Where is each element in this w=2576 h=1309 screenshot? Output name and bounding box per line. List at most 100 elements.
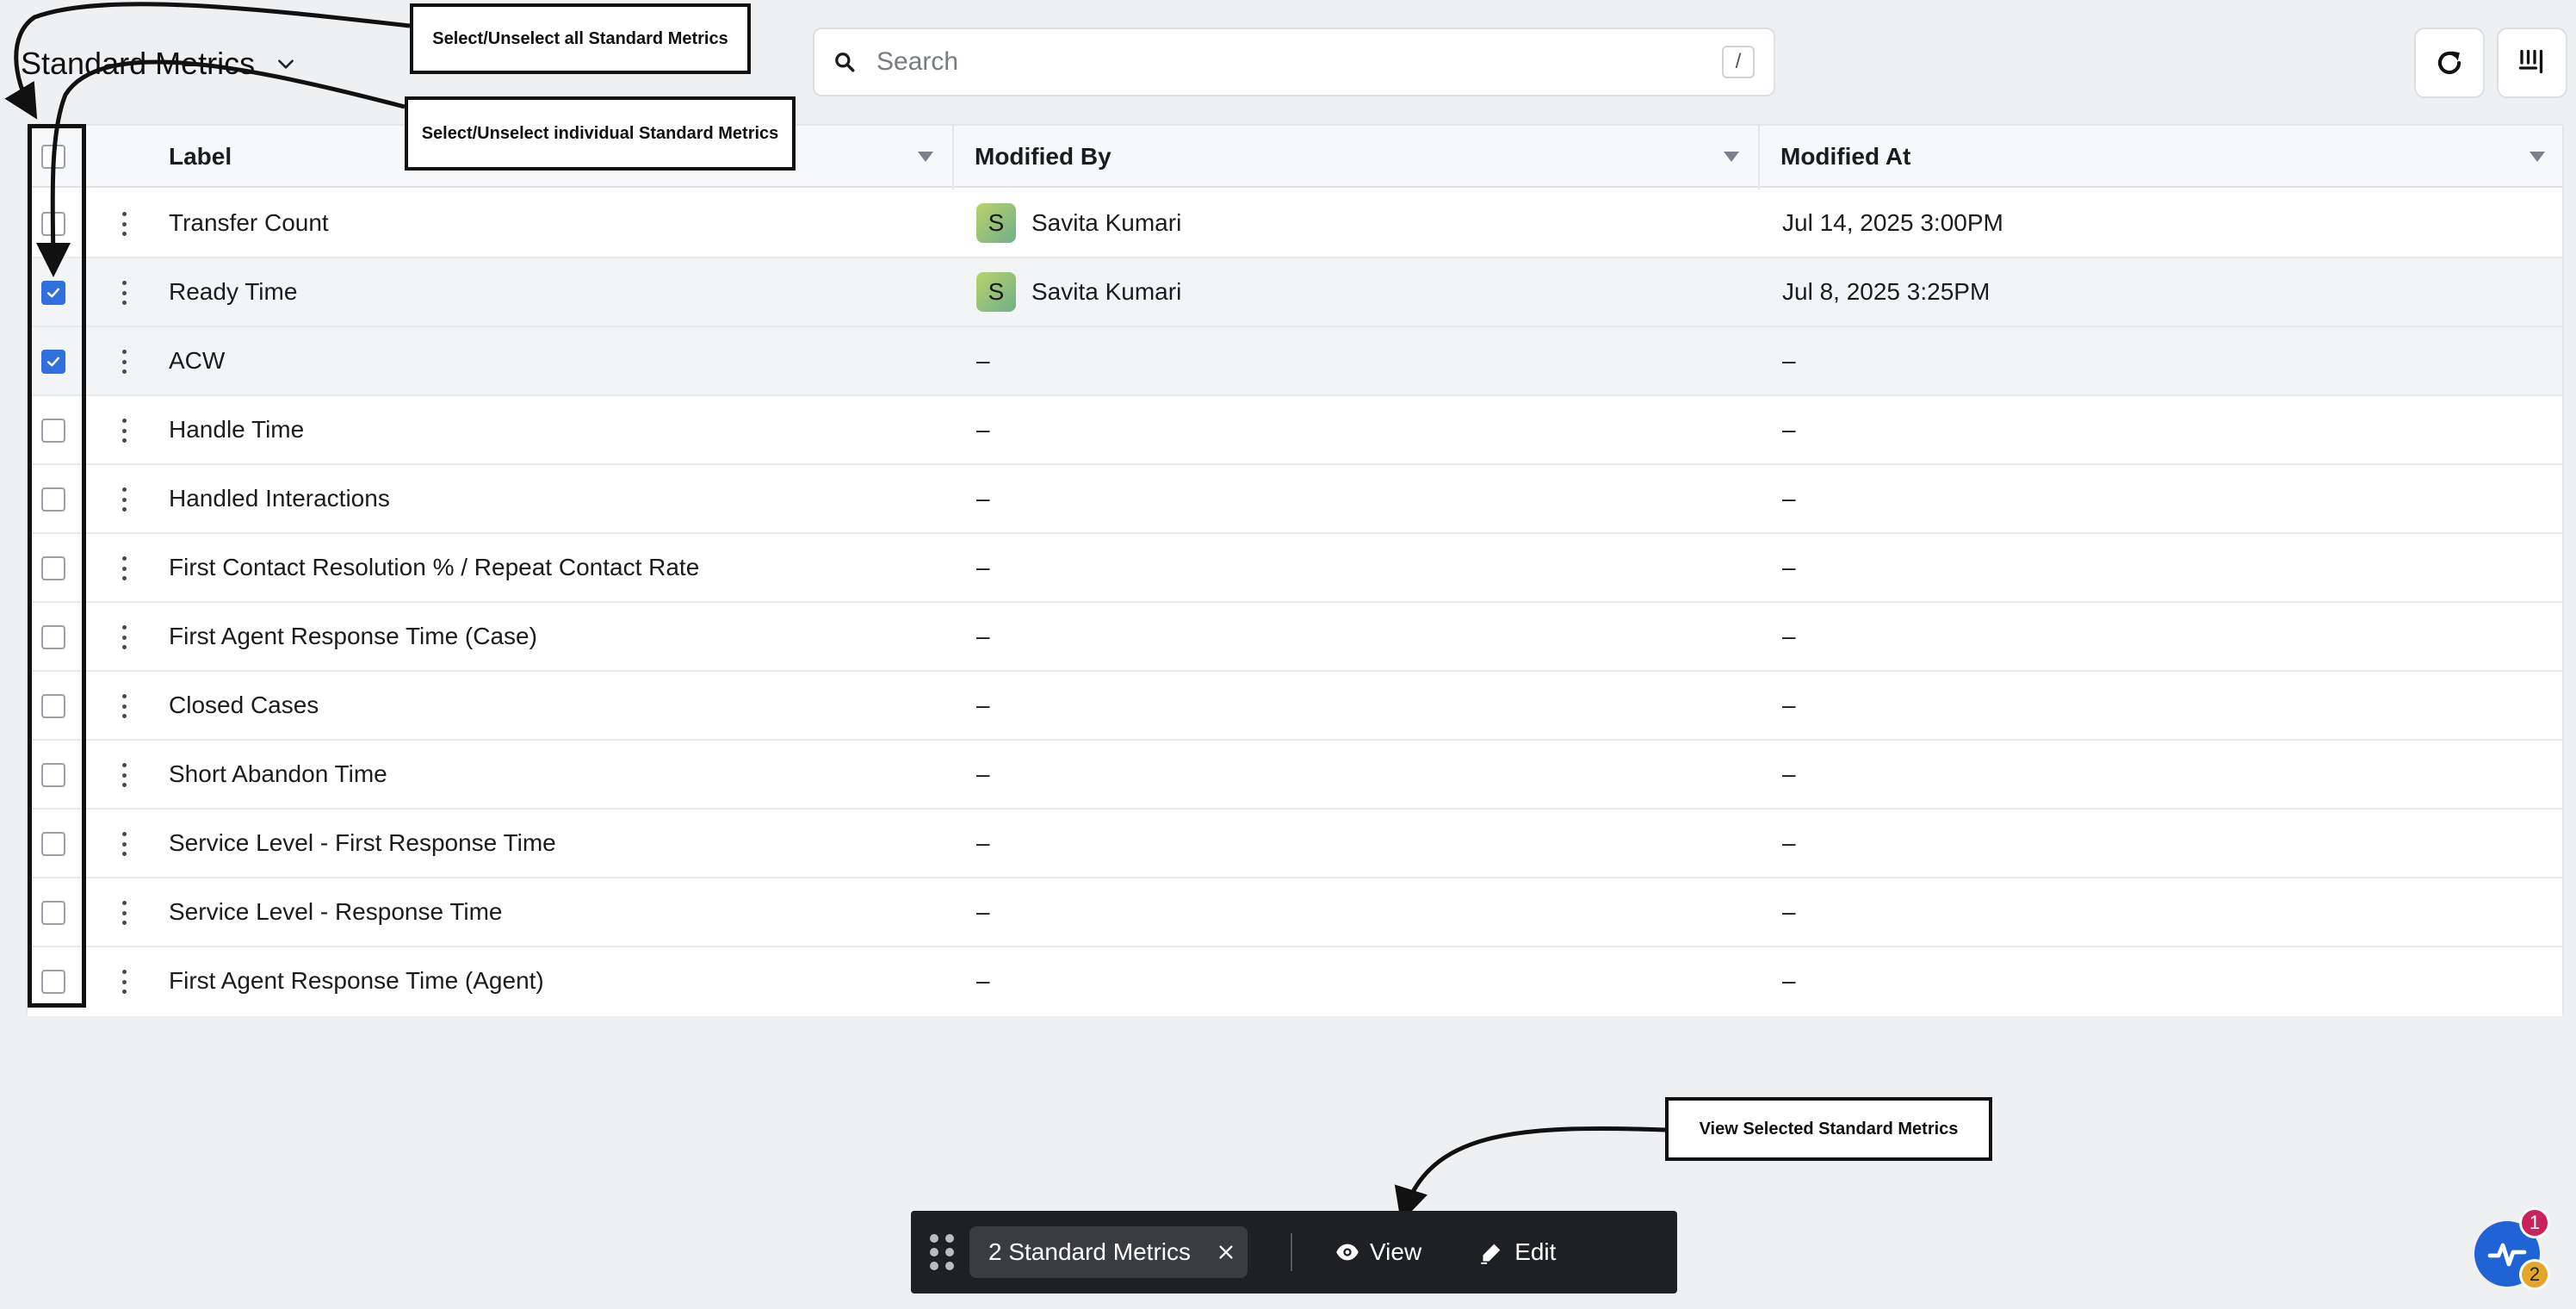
table-row[interactable]: Handle Time – –	[28, 396, 2562, 465]
page-title: Standard Metrics	[21, 46, 256, 81]
row-more-options-icon[interactable]	[110, 417, 138, 444]
row-more-options-icon[interactable]	[110, 279, 138, 307]
checkmark-icon	[46, 357, 60, 367]
table-row[interactable]: First Agent Response Time (Case) – –	[28, 603, 2562, 672]
row-checkbox[interactable]	[41, 487, 65, 512]
action-bar-divider	[1291, 1233, 1292, 1271]
modified-by-sort-icon[interactable]	[1724, 152, 1739, 162]
cell-modified-at: –	[1782, 485, 1796, 512]
row-checkbox[interactable]	[41, 832, 65, 856]
table-row[interactable]: First Agent Response Time (Agent) – –	[28, 947, 2562, 1016]
modified-by-name: Savita Kumari	[1031, 209, 1182, 236]
row-more-options-icon[interactable]	[110, 761, 138, 789]
row-more-options-icon[interactable]	[110, 348, 138, 375]
edit-button[interactable]: Edit	[1480, 1238, 1556, 1266]
table-row[interactable]: First Contact Resolution % / Repeat Cont…	[28, 534, 2562, 603]
row-more-options-icon[interactable]	[110, 830, 138, 858]
metrics-table: Label Modified By Modified At Transfer C…	[26, 124, 2564, 1016]
cell-modified-by: –	[976, 603, 990, 670]
cell-modified-at: Jul 14, 2025 3:00PM	[1782, 209, 2003, 236]
chevron-down-icon	[278, 59, 294, 69]
table-row[interactable]: Service Level - First Response Time – –	[28, 810, 2562, 878]
cell-label[interactable]: ACW	[169, 327, 225, 394]
cell-modified-at: –	[1782, 829, 1796, 856]
row-more-options-icon[interactable]	[110, 968, 138, 996]
cell-modified-by: –	[976, 396, 990, 463]
title-dropdown-button[interactable]	[269, 47, 303, 81]
bulk-action-bar: 2 Standard Metrics View Edit	[911, 1211, 1677, 1293]
row-more-options-icon[interactable]	[110, 486, 138, 513]
search-input[interactable]	[876, 47, 1722, 77]
cell-modified-by: –	[976, 810, 990, 877]
label-sort-icon[interactable]	[918, 152, 933, 162]
selection-count-label: 2 Standard Metrics	[988, 1238, 1191, 1265]
column-header-modified-by[interactable]: Modified By	[975, 126, 1112, 188]
modified-by-name: Savita Kumari	[1031, 278, 1182, 305]
avatar: S	[976, 203, 1016, 243]
row-more-options-icon[interactable]	[110, 210, 138, 238]
drag-handle-icon[interactable]	[930, 1234, 954, 1270]
view-button-label: View	[1370, 1238, 1422, 1265]
cell-label[interactable]: Handled Interactions	[169, 465, 390, 532]
notification-badge: 1	[2519, 1207, 2550, 1238]
table-row[interactable]: Ready Time S Savita Kumari Jul 8, 2025 3:25…	[28, 258, 2562, 327]
view-button[interactable]: View	[1335, 1238, 1421, 1266]
selection-chip: 2 Standard Metrics	[969, 1226, 1248, 1278]
modified-by-name: –	[976, 760, 990, 787]
column-header-label[interactable]: Label	[169, 126, 232, 188]
search-box[interactable]: /	[813, 28, 1775, 96]
table-row[interactable]: Service Level - Response Time – –	[28, 878, 2562, 947]
row-checkbox[interactable]	[41, 212, 65, 236]
cell-modified-by: S Savita Kumari	[976, 258, 1181, 326]
cell-label[interactable]: First Contact Resolution % / Repeat Cont…	[169, 534, 699, 601]
app-root: Standard Metrics / Label Modified By Mod…	[0, 0, 2576, 1309]
modified-by-name: –	[976, 692, 990, 718]
cell-modified-at: –	[1782, 898, 1796, 925]
column-settings-button[interactable]	[2497, 28, 2567, 98]
cell-label[interactable]: Closed Cases	[169, 672, 319, 739]
cell-modified-by: –	[976, 878, 990, 946]
select-all-checkbox[interactable]	[41, 145, 65, 169]
cell-label[interactable]: First Agent Response Time (Case)	[169, 603, 537, 670]
clear-selection-icon[interactable]	[1217, 1243, 1235, 1262]
table-row[interactable]: ACW – –	[28, 327, 2562, 396]
row-more-options-icon[interactable]	[110, 692, 138, 720]
row-more-options-icon[interactable]	[110, 899, 138, 927]
edit-button-label: Edit	[1514, 1238, 1557, 1265]
row-more-options-icon[interactable]	[110, 555, 138, 582]
table-row[interactable]: Handled Interactions – –	[28, 465, 2562, 534]
search-shortcut-key: /	[1722, 46, 1755, 78]
table-row[interactable]: Transfer Count S Savita Kumari Jul 14, 2025…	[28, 189, 2562, 258]
page-header: Standard Metrics	[21, 38, 303, 90]
cell-label[interactable]: Service Level - Response Time	[169, 878, 503, 946]
row-checkbox[interactable]	[41, 694, 65, 718]
cell-modified-at: –	[1782, 760, 1796, 787]
cell-label[interactable]: Ready Time	[169, 258, 297, 326]
row-checkbox[interactable]	[41, 281, 65, 305]
modified-by-name: –	[976, 554, 990, 580]
cell-label[interactable]: Transfer Count	[169, 189, 329, 257]
cell-modified-at: –	[1782, 967, 1796, 994]
modified-by-name: –	[976, 829, 990, 856]
cell-label[interactable]: Short Abandon Time	[169, 741, 387, 808]
row-checkbox[interactable]	[41, 625, 65, 649]
cell-label[interactable]: Service Level - First Response Time	[169, 810, 556, 877]
cell-label[interactable]: First Agent Response Time (Agent)	[169, 947, 544, 1014]
row-checkbox[interactable]	[41, 350, 65, 374]
modified-by-name: –	[976, 485, 990, 512]
row-checkbox[interactable]	[41, 556, 65, 580]
arrow-view-selected	[1394, 1126, 1666, 1223]
row-checkbox[interactable]	[41, 419, 65, 443]
row-more-options-icon[interactable]	[110, 623, 138, 651]
table-row[interactable]: Closed Cases – –	[28, 672, 2562, 741]
cell-modified-by: –	[976, 465, 990, 532]
row-checkbox[interactable]	[41, 970, 65, 994]
refresh-button[interactable]	[2414, 28, 2485, 98]
column-header-modified-at[interactable]: Modified At	[1780, 126, 1910, 188]
cell-label[interactable]: Handle Time	[169, 396, 304, 463]
refresh-icon	[2437, 51, 2461, 75]
table-row[interactable]: Short Abandon Time – –	[28, 741, 2562, 810]
modified-at-sort-icon[interactable]	[2530, 152, 2545, 162]
row-checkbox[interactable]	[41, 763, 65, 787]
row-checkbox[interactable]	[41, 901, 65, 925]
